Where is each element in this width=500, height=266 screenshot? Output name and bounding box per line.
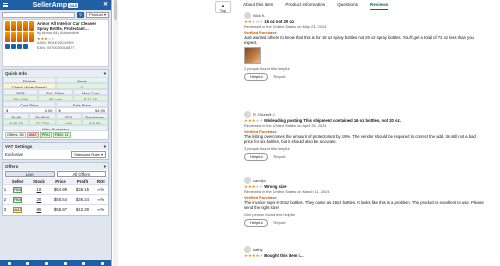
- review-title[interactable]: Misleading posting This shipment contain…: [264, 118, 401, 123]
- avatar: [244, 12, 251, 19]
- report-link[interactable]: Report: [273, 154, 285, 159]
- product-section-nav: About this item Product information Ques…: [243, 2, 389, 10]
- misc-chips: Offers: 36 AMZ PRU FBM: 11: [3, 131, 108, 139]
- avatar: [244, 111, 251, 118]
- home-icon[interactable]: [7, 261, 11, 265]
- brand-badge: SAS: [68, 2, 79, 8]
- vat-rate-select[interactable]: Standard Rate ▾: [71, 151, 106, 158]
- report-link[interactable]: Report: [273, 220, 285, 225]
- table-row[interactable]: 3 AMZ 85 $58.97 $42.39 ∞%: [3, 204, 108, 215]
- amazon-icon[interactable]: [5, 44, 10, 49]
- product-ean[interactable]: EAN: 0070030018877: [37, 46, 106, 51]
- menu-icon[interactable]: [3, 3, 8, 7]
- offers-count-chip: Offers: 36: [5, 132, 26, 138]
- help-icon[interactable]: [101, 261, 105, 265]
- offers-section: Offers ▾ Live All Offers Seller Stock Pri…: [2, 162, 109, 216]
- nav-product-info[interactable]: Product information: [285, 2, 325, 10]
- avatar: [244, 246, 251, 253]
- review-card: R. Drizzelt J. ★★★★★ Misleading posting …: [244, 111, 484, 162]
- google-icon[interactable]: [17, 44, 22, 49]
- seller-badge[interactable]: FBM: [13, 196, 23, 203]
- reviewer-name[interactable]: carolyn: [253, 178, 266, 183]
- review-card: kathy ★★★★★ Bought this item i…: [244, 246, 484, 258]
- offers-header[interactable]: Offers ▾: [3, 163, 108, 170]
- extension-header: SellerAmp SAS ✕: [0, 0, 111, 10]
- nav-questions[interactable]: Questions: [337, 2, 358, 10]
- helpful-button[interactable]: Helpful: [244, 152, 269, 162]
- review-card: carolyn ★★★★★ Wrong size Reviewed in the…: [244, 177, 484, 228]
- star-rating: ★★★★★: [244, 118, 264, 123]
- misc-summary-label: Misc Summary: [3, 125, 108, 131]
- settings-icon[interactable]: [82, 261, 86, 265]
- notes-icon[interactable]: [45, 261, 49, 265]
- product-title[interactable]: Armor All Interior Car Cleaner Spray Bot…: [37, 21, 106, 31]
- helpful-count: 3 people found this helpful: [244, 146, 290, 152]
- search-bar: ⚲ Product ▾: [0, 10, 111, 19]
- chart-icon[interactable]: [26, 261, 30, 265]
- review-title[interactable]: 16 oz not 20 oz: [264, 19, 294, 24]
- review-body: Just wanted others to know that this is …: [244, 34, 474, 46]
- offers-table: Seller Stock Price Profit ROI 1 FBM 10 $…: [3, 178, 108, 215]
- product-card: Armor All Interior Car Cleaner Spray Bot…: [2, 19, 109, 67]
- vat-section: VAT Settings ▾ Exclusive Standard Rate ▾: [2, 142, 109, 160]
- review-title[interactable]: Wrong size: [264, 184, 286, 189]
- reviewer-name[interactable]: R. Drizzelt J.: [253, 112, 276, 117]
- star-rating: ★★★★★: [244, 19, 264, 24]
- reviewer-name[interactable]: Nick K.: [253, 13, 266, 18]
- review-body: The listing overcomes the amount of prot…: [244, 133, 476, 145]
- search-button[interactable]: ⚲: [77, 11, 85, 18]
- helpful-count: 2 people found this helpful: [244, 66, 290, 72]
- seller-badge[interactable]: AMZ: [13, 206, 23, 213]
- tab-all-offers[interactable]: All Offers: [56, 171, 106, 177]
- helpful-count: One person found this helpful: [244, 212, 295, 218]
- quick-info-section: Quick Info ▾ Eligible Alerts Check (Note …: [2, 69, 109, 140]
- calculator-icon[interactable]: [63, 261, 67, 265]
- review-body: The invoice says 6-20oz bottles. They ca…: [244, 199, 484, 211]
- amz-chip: AMZ: [26, 132, 39, 138]
- copy-icon[interactable]: [23, 44, 28, 49]
- pru-chip: PRU: [39, 132, 52, 138]
- back-to-top-button[interactable]: ▲ Top: [215, 1, 231, 13]
- keepa-icon[interactable]: [11, 44, 16, 49]
- review-image[interactable]: [244, 47, 261, 65]
- quick-info-header[interactable]: Quick Info ▾: [3, 70, 108, 77]
- nav-about[interactable]: About this item: [243, 2, 273, 10]
- tab-live[interactable]: Live: [5, 171, 55, 177]
- report-link[interactable]: Report: [273, 74, 285, 79]
- helpful-button[interactable]: Helpful: [244, 218, 269, 228]
- close-icon[interactable]: ✕: [103, 1, 108, 8]
- table-row[interactable]: 1 FBM 10 $54.99 $36.15 ∞%: [3, 184, 108, 195]
- helpful-button[interactable]: Helpful: [244, 72, 269, 82]
- product-tools: [5, 44, 35, 49]
- star-rating: ★★★★★: [244, 253, 264, 258]
- avatar: [244, 177, 251, 184]
- vat-header[interactable]: VAT Settings ▾: [3, 143, 108, 150]
- product-image: [5, 21, 35, 43]
- vat-mode-label: Exclusive: [5, 152, 24, 157]
- fbm-chip: FBM: 11: [52, 132, 71, 138]
- brand-name: SellerAmp: [32, 1, 68, 9]
- review-title[interactable]: Bought this item i…: [264, 253, 304, 258]
- amazon-product-page: ▲ Top About this item Product information…: [113, 0, 500, 266]
- product-button[interactable]: Product ▾: [86, 11, 109, 18]
- star-rating: ★★★★★: [244, 184, 264, 189]
- search-input[interactable]: [2, 11, 76, 18]
- page-scrollbar[interactable]: [113, 0, 118, 266]
- review-card: Nick K. ★★★★★ 16 oz not 20 oz Reviewed i…: [244, 12, 484, 82]
- seller-badge[interactable]: FBM: [13, 186, 23, 193]
- table-row[interactable]: 2 FBM 20 $55.64 $36.24 ∞%: [3, 194, 108, 205]
- nav-reviews[interactable]: Reviews: [369, 2, 389, 10]
- extension-toolbar: [0, 260, 111, 266]
- sellerAmp-panel: SellerAmp SAS ✕ ⚲ Product ▾ Armor All In…: [0, 0, 112, 266]
- reviewer-name[interactable]: kathy: [253, 247, 263, 252]
